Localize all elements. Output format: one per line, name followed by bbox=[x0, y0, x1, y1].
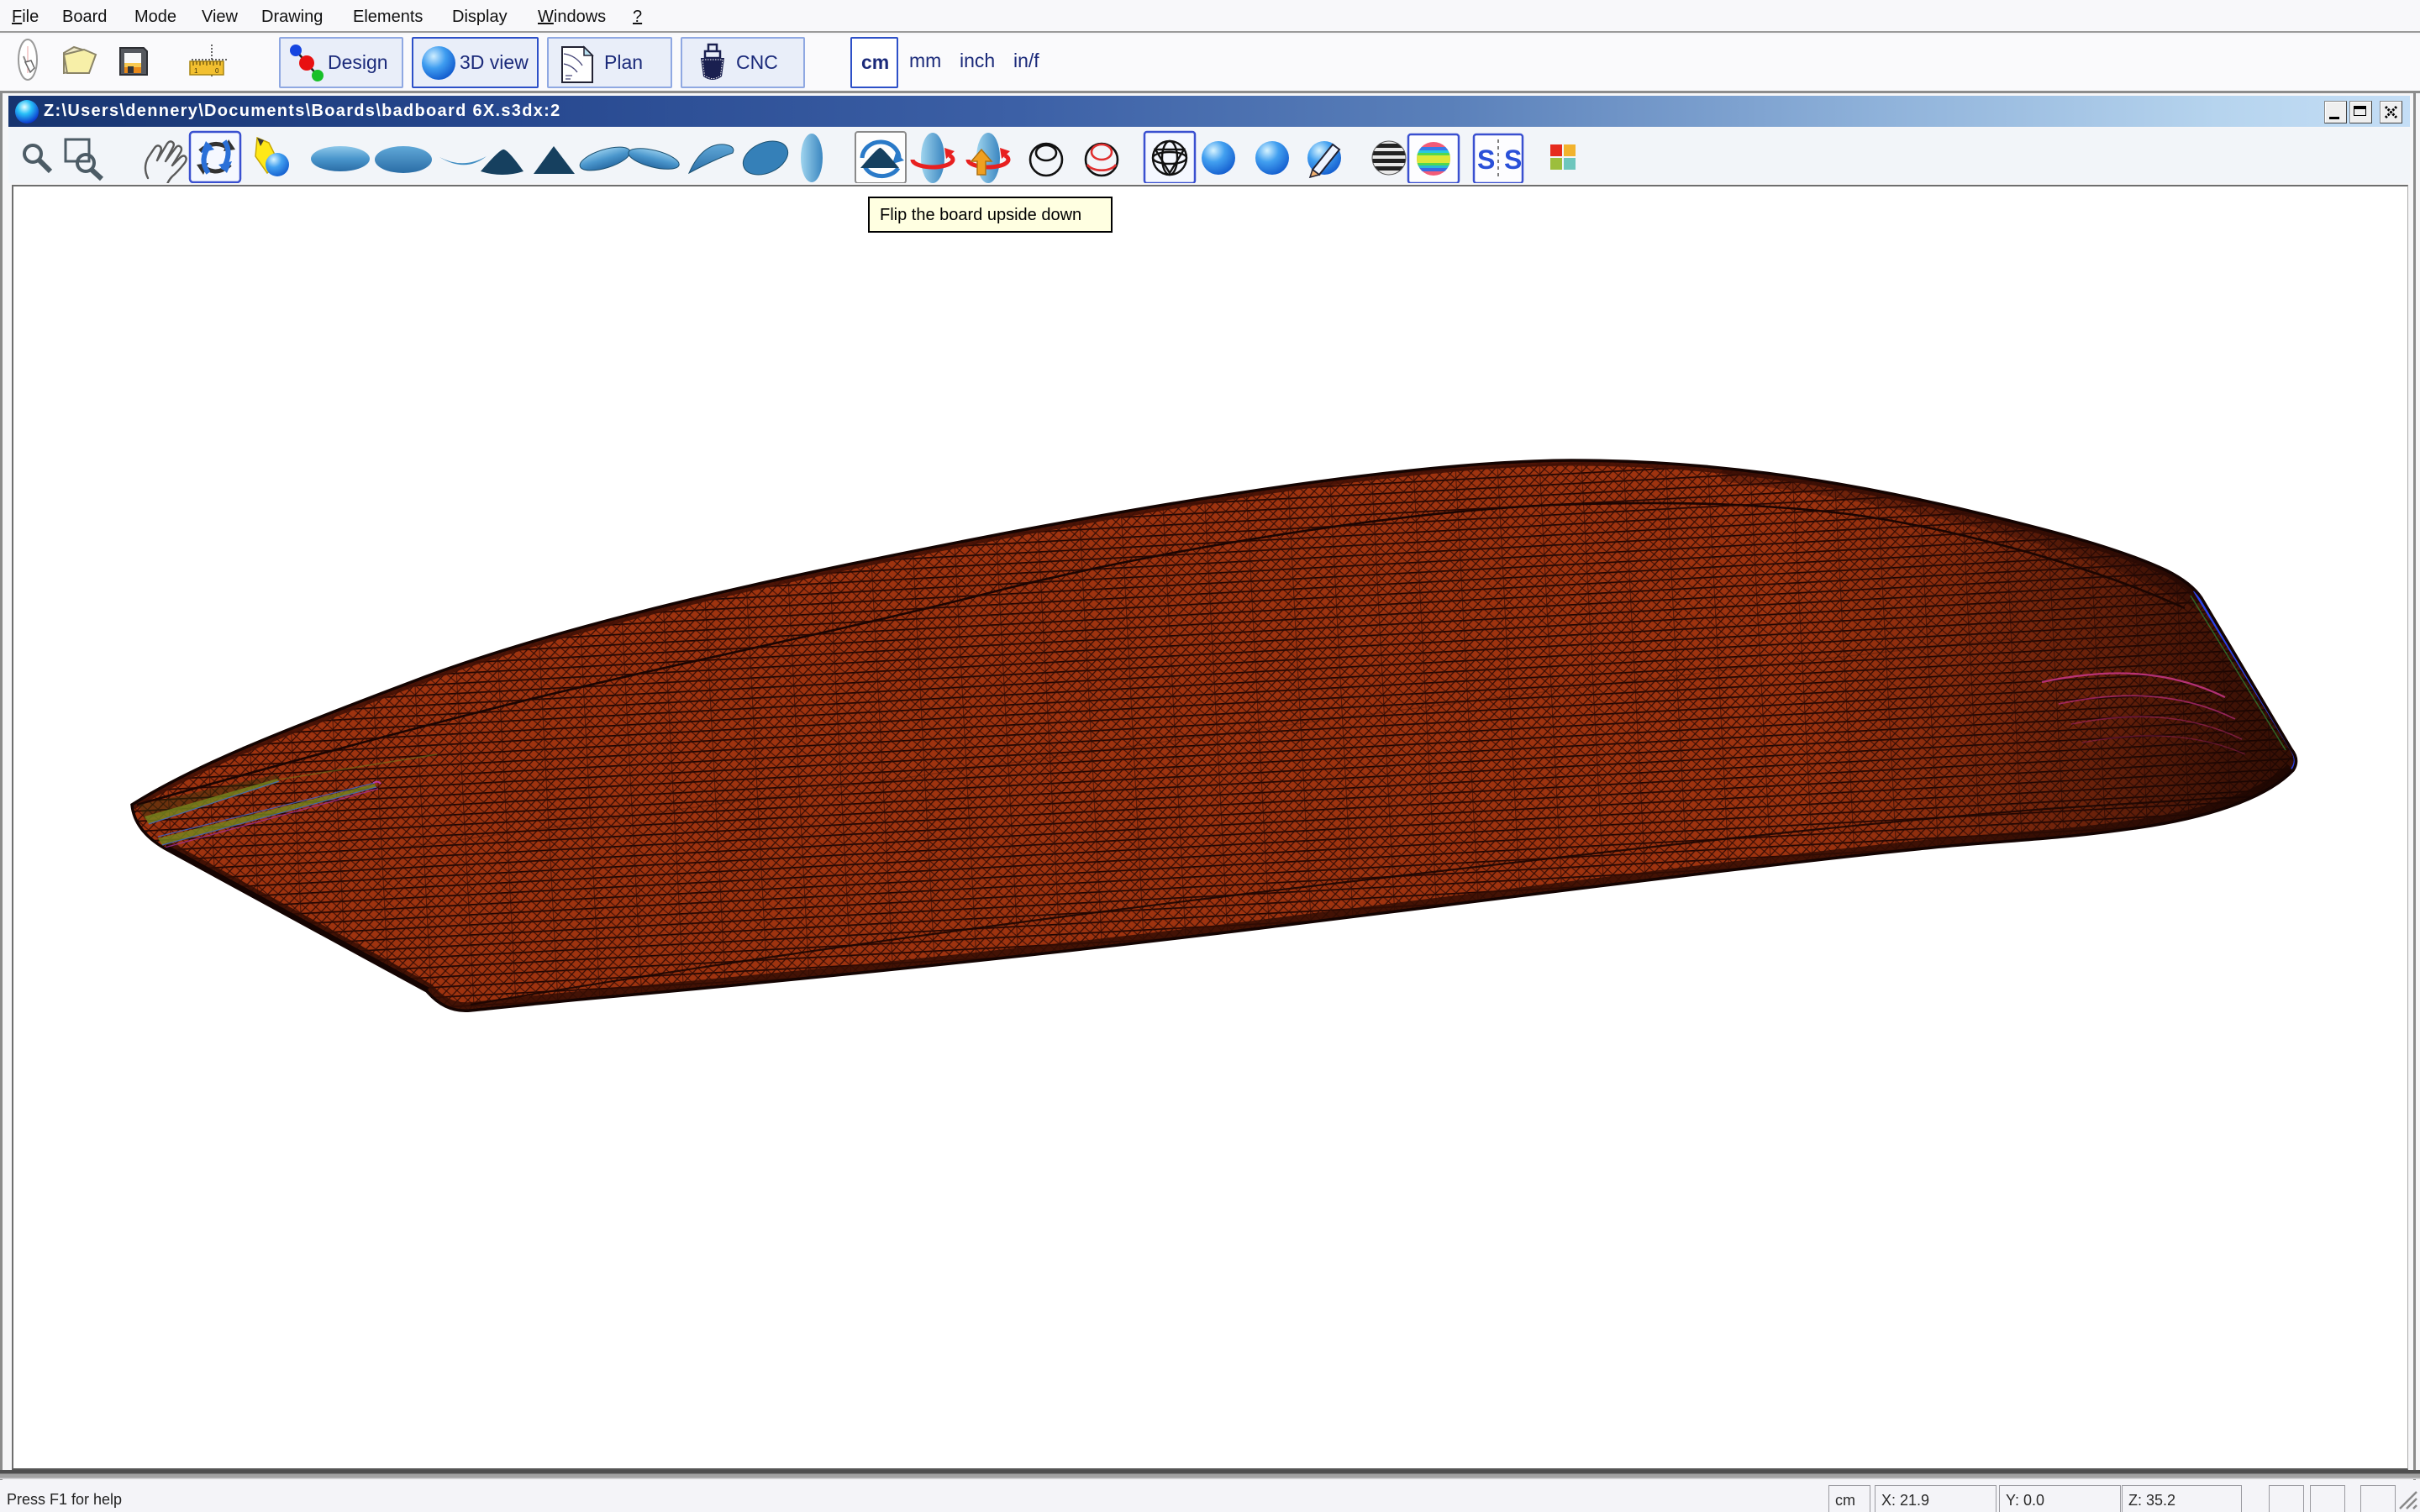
svg-text:0: 0 bbox=[215, 67, 219, 75]
svg-text:1: 1 bbox=[194, 67, 198, 75]
svg-text:S: S bbox=[1504, 144, 1522, 175]
svg-text:S: S bbox=[1477, 144, 1495, 175]
